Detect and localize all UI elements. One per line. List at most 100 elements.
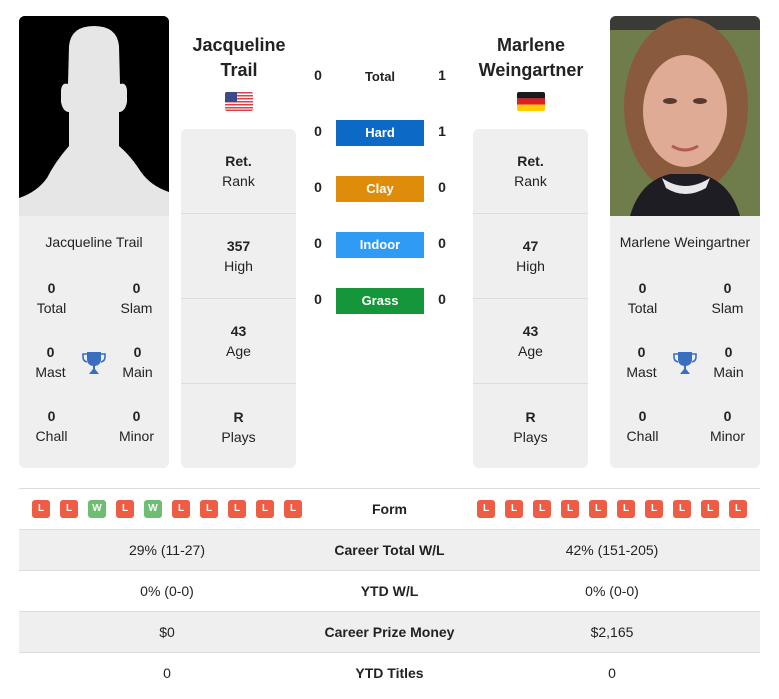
player1-form: LLWLWLLLLL	[19, 500, 315, 518]
player1-name-header[interactable]: Jacqueline Trail	[179, 33, 299, 83]
player2-info-card: Ret. Rank 47 High 43 Age R Plays	[473, 129, 588, 468]
player2-high: 47 High	[473, 214, 588, 299]
table-row: 0 YTD Titles 0	[19, 652, 760, 693]
h2h-clay-p1: 0	[314, 179, 322, 195]
form-row: LLWLWLLLLL Form LLLLLLLLLL	[19, 488, 760, 529]
player2-career-wl: 42% (151-205)	[565, 542, 659, 558]
form-label: Form	[372, 501, 407, 517]
player1-ytd-wl: 0% (0-0)	[140, 583, 194, 599]
player1-form-badge-loss[interactable]: L	[228, 500, 246, 518]
player2-mast-titles: 0 Mast	[626, 344, 657, 380]
player2-form-badge-loss[interactable]: L	[645, 500, 663, 518]
h2h-indoor-p2: 0	[438, 235, 446, 251]
h2h-hard-p1: 0	[314, 123, 322, 139]
usa-flag-icon	[225, 92, 253, 111]
player1-form-badge-loss[interactable]: L	[116, 500, 134, 518]
player2-ytd-titles: 0	[608, 665, 616, 681]
germany-flag-icon	[517, 92, 545, 111]
h2h-row-indoor: 0 Indoor 0	[300, 232, 470, 258]
surface-badge-hard[interactable]: Hard	[336, 120, 424, 146]
player2-form-badge-loss[interactable]: L	[617, 500, 635, 518]
player2-form-badge-loss[interactable]: L	[561, 500, 579, 518]
player2-form-badge-loss[interactable]: L	[589, 500, 607, 518]
player2-name-header[interactable]: Marlene Weingartner	[471, 33, 591, 83]
h2h-total-p1: 0	[314, 67, 322, 83]
table-row: 29% (11-27) Career Total W/L 42% (151-20…	[19, 529, 760, 570]
player1-slam-titles: 0 Slam	[120, 280, 153, 316]
table-row: 0% (0-0) YTD W/L 0% (0-0)	[19, 570, 760, 611]
h2h-row-hard: 0 Hard 1	[300, 120, 470, 146]
player1-form-badge-loss[interactable]: L	[256, 500, 274, 518]
player1-form-badge-loss[interactable]: L	[200, 500, 218, 518]
player1-main-titles: 0 Main	[122, 344, 153, 380]
player2-form-badge-loss[interactable]: L	[505, 500, 523, 518]
player1-first-name: Jacqueline	[192, 35, 286, 55]
player2-ytd-wl: 0% (0-0)	[585, 583, 639, 599]
player2-form-badge-loss[interactable]: L	[477, 500, 495, 518]
surface-badge-grass[interactable]: Grass	[336, 288, 424, 314]
player1-chall-titles: 0 Chall	[35, 408, 68, 444]
player1-photo-placeholder	[19, 16, 169, 216]
player1-form-badge-loss[interactable]: L	[284, 500, 302, 518]
player1-full-name: Jacqueline Trail	[45, 234, 143, 250]
player1-rank: Ret. Rank	[181, 129, 296, 214]
player1-prize-money: $0	[159, 624, 175, 640]
player1-minor-titles: 0 Minor	[118, 408, 154, 444]
player1-total-titles: 0 Total	[36, 280, 67, 316]
player2-total-titles: 0 Total	[627, 280, 658, 316]
silhouette-icon	[19, 16, 169, 216]
h2h-grass-p2: 0	[438, 291, 446, 307]
player2-main-titles: 0 Main	[713, 344, 744, 380]
player2-portrait-image	[610, 16, 760, 216]
player1-plays: R Plays	[221, 408, 256, 445]
comparison-stats-table: LLWLWLLLLL Form LLLLLLLLLL 29% (11-27) C…	[19, 488, 760, 693]
h2h-row-clay: 0 Clay 0	[300, 176, 470, 202]
player1-last-name: Trail	[220, 60, 258, 80]
table-row: $0 Career Prize Money $2,165	[19, 611, 760, 652]
player2-form-badge-loss[interactable]: L	[729, 500, 747, 518]
player2-photo	[610, 16, 760, 216]
player1-high: 357 High	[181, 214, 296, 299]
h2h-row-grass: 0 Grass 0	[300, 288, 470, 314]
player1-age: 43 Age	[181, 299, 296, 384]
player1-titles-card: Jacqueline Trail 0 Total 0 Slam 0 Mast 0 Mai…	[19, 216, 169, 468]
player2-full-name: Marlene Weingartner	[619, 234, 751, 250]
h2h-grass-p1: 0	[314, 291, 322, 307]
player1-form-badge-loss[interactable]: L	[172, 500, 190, 518]
player1-form-badge-loss[interactable]: L	[60, 500, 78, 518]
player1-career-wl: 29% (11-27)	[128, 542, 205, 558]
player2-plays: R Plays	[513, 408, 548, 445]
h2h-total-label: Total	[364, 69, 396, 84]
player1-mast-titles: 0 Mast	[35, 344, 66, 380]
player2-minor-titles: 0 Minor	[709, 408, 745, 444]
player2-titles-card: Marlene Weingartner 0 Total 0 Slam 0 Mast 0…	[610, 216, 760, 468]
ytd-titles-label: YTD Titles	[355, 665, 424, 681]
player1-form-badge-win[interactable]: W	[88, 500, 106, 518]
player1-form-badge-loss[interactable]: L	[32, 500, 50, 518]
player2-prize-money: $2,165	[590, 624, 634, 640]
player2-first-name: Marlene	[496, 35, 566, 55]
h2h-indoor-p1: 0	[314, 235, 322, 251]
player2-form-badge-loss[interactable]: L	[701, 500, 719, 518]
player2-slam-titles: 0 Slam	[711, 280, 744, 316]
career-wl-label: Career Total W/L	[334, 542, 445, 558]
h2h-row-total: 0 Total 1	[300, 64, 470, 90]
player2-form-badge-loss[interactable]: L	[673, 500, 691, 518]
trophy-icon	[673, 342, 697, 406]
player1-info-card: Ret. Rank 357 High 43 Age R Plays	[181, 129, 296, 468]
player2-form-badge-loss[interactable]: L	[533, 500, 551, 518]
h2h-total-p2: 1	[438, 67, 446, 83]
surface-badge-clay[interactable]: Clay	[336, 176, 424, 202]
player2-age: 43 Age	[473, 299, 588, 384]
player2-last-name: Weingartner	[478, 60, 584, 80]
player2-rank: Ret. Rank	[473, 129, 588, 214]
h2h-clay-p2: 0	[438, 179, 446, 195]
player2-form: LLLLLLLLLL	[464, 500, 760, 518]
trophy-icon	[82, 342, 106, 406]
h2h-hard-p2: 1	[438, 123, 446, 139]
player1-ytd-titles: 0	[163, 665, 171, 681]
ytd-wl-label: YTD W/L	[360, 583, 419, 599]
surface-badge-indoor[interactable]: Indoor	[336, 232, 424, 258]
prize-money-label: Career Prize Money	[324, 624, 455, 640]
player1-form-badge-win[interactable]: W	[144, 500, 162, 518]
